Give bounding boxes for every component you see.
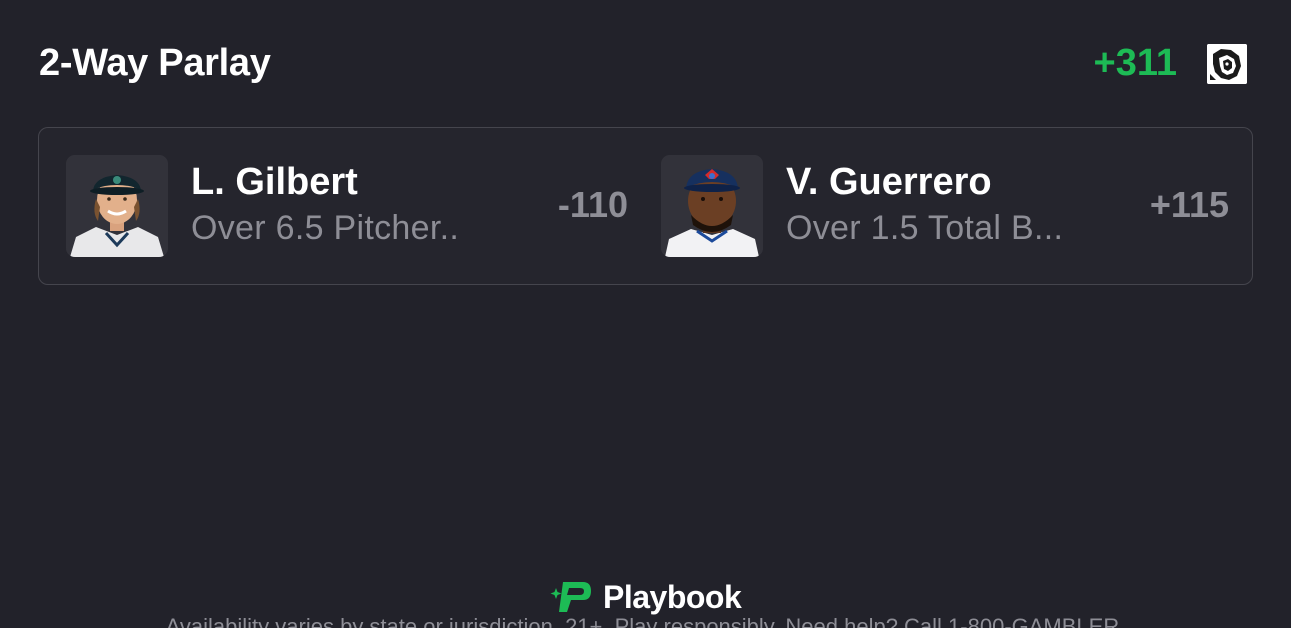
bet-market: Over 6.5 Pitcher..	[191, 209, 460, 247]
parlay-title: 2-Way Parlay	[39, 42, 271, 84]
player-name: L. Gilbert	[191, 161, 358, 203]
player-name: V. Guerrero	[786, 161, 992, 203]
playbook-brand: Playbook	[549, 578, 749, 616]
player-headshot-gilbert	[66, 155, 168, 257]
leg-odds: +115	[1149, 184, 1229, 225]
parlay-total-odds[interactable]: +311	[1094, 40, 1178, 86]
responsible-gaming-disclaimer: Availability varies by state or jurisdic…	[165, 614, 1126, 628]
playbook-logo-icon	[550, 582, 591, 612]
parlay-leg[interactable]: L. Gilbert Over 6.5 Pitcher.. -110	[66, 155, 628, 257]
parlay-header: 2-Way Parlay +311	[39, 40, 1249, 88]
sportsbook-logo-icon[interactable]	[1207, 44, 1247, 84]
parlay-legs-card: L. Gilbert Over 6.5 Pitcher.. -110 V. Gu…	[38, 127, 1253, 285]
leg-odds: -110	[557, 184, 628, 225]
brand-name: Playbook	[603, 579, 742, 615]
player-headshot-guerrero	[661, 155, 763, 257]
parlay-leg[interactable]: V. Guerrero Over 1.5 Total B... +115	[661, 155, 1229, 257]
bet-market: Over 1.5 Total B...	[786, 209, 1064, 247]
parlay-widget: 2-Way Parlay +311 L. Gilbert Over 6.5 Pi…	[0, 0, 1291, 628]
